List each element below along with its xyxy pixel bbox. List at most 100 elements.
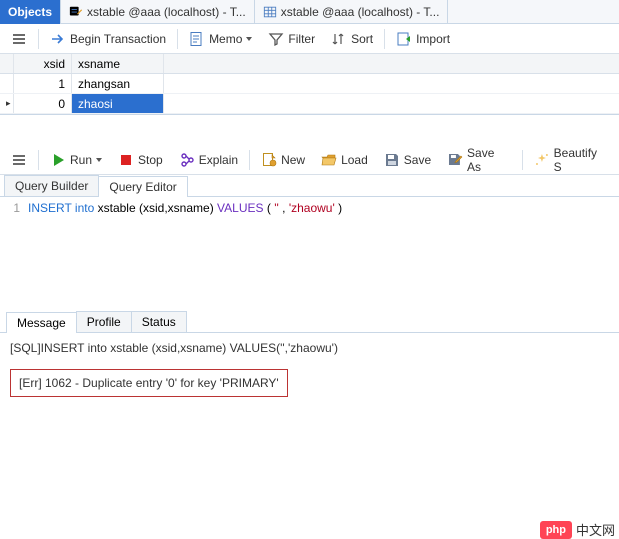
query-toolbar: Run Stop Explain New Load Save Save As B…: [0, 145, 619, 175]
separator: [522, 150, 523, 170]
message-panel: [SQL]INSERT into xstable (xsid,xsname) V…: [0, 333, 619, 405]
tab-query-builder[interactable]: Query Builder: [4, 175, 99, 196]
error-box: [Err] 1062 - Duplicate entry '0' for key…: [10, 369, 288, 397]
save-as-button[interactable]: Save As: [440, 147, 518, 173]
new-icon: [261, 152, 277, 168]
col-header-xsname[interactable]: xsname: [72, 54, 164, 73]
hamburger-button[interactable]: [4, 147, 34, 173]
load-label: Load: [341, 153, 368, 167]
row-marker-header: [0, 54, 14, 73]
data-grid[interactable]: xsid xsname 1 zhangsan 0 zhaosi: [0, 54, 619, 115]
sql-v1: '': [274, 201, 279, 215]
tab-query-editor[interactable]: Query Editor: [98, 176, 187, 197]
table-row[interactable]: 0 zhaosi: [0, 94, 619, 114]
sort-button[interactable]: Sort: [324, 26, 380, 52]
save-as-icon: [447, 152, 463, 168]
import-icon: [396, 31, 412, 47]
table-row[interactable]: 1 zhangsan: [0, 74, 619, 94]
beautify-label: Beautify S: [554, 146, 608, 174]
row-marker: [0, 74, 14, 93]
stop-icon: [118, 152, 134, 168]
table-toolbar: Begin Transaction Memo Filter Sort Impor…: [0, 24, 619, 54]
begin-transaction-button[interactable]: Begin Transaction: [43, 26, 173, 52]
table-icon: [263, 5, 277, 19]
filter-button[interactable]: Filter: [261, 26, 322, 52]
tab-table-2-label: xstable @aaa (localhost) - T...: [281, 5, 440, 19]
transaction-icon: [50, 31, 66, 47]
explain-icon: [179, 152, 195, 168]
save-as-label: Save As: [467, 146, 511, 174]
beautify-button[interactable]: Beautify S: [527, 147, 615, 173]
comma: ,: [282, 201, 285, 215]
sparkle-icon: [534, 152, 550, 168]
new-button[interactable]: New: [254, 147, 312, 173]
tab-profile[interactable]: Profile: [76, 311, 132, 332]
grid-header: xsid xsname: [0, 54, 619, 74]
cell-xsid[interactable]: 1: [14, 74, 72, 93]
sql-v2: 'zhaowu': [289, 201, 335, 215]
tab-table-1-label: xstable @aaa (localhost) - T...: [87, 5, 246, 19]
code-line: 1 INSERT into xstable (xsid,xsname) VALU…: [0, 201, 619, 215]
import-label: Import: [416, 32, 450, 46]
folder-open-icon: [321, 152, 337, 168]
save-button[interactable]: Save: [377, 147, 438, 173]
window-tab-bar: Objects xstable @aaa (localhost) - T... …: [0, 0, 619, 24]
kw-into: into: [75, 201, 94, 215]
line-number: 1: [0, 201, 28, 215]
hamburger-button[interactable]: [4, 26, 34, 52]
separator: [38, 150, 39, 170]
chevron-down-icon: [96, 158, 102, 162]
cell-xsname[interactable]: zhangsan: [72, 74, 164, 93]
import-button[interactable]: Import: [389, 26, 457, 52]
save-icon: [384, 152, 400, 168]
hamburger-icon: [11, 31, 27, 47]
run-label: Run: [70, 153, 92, 167]
cell-xsid[interactable]: 0: [14, 94, 72, 113]
col-header-xsid[interactable]: xsid: [14, 54, 72, 73]
code-text[interactable]: INSERT into xstable (xsid,xsname) VALUES…: [28, 201, 342, 215]
hamburger-icon: [11, 152, 27, 168]
separator: [384, 29, 385, 49]
sort-icon: [331, 31, 347, 47]
separator: [249, 150, 250, 170]
cell-xsname[interactable]: zhaosi: [72, 94, 164, 113]
memo-label: Memo: [209, 32, 242, 46]
table-edit-icon: [69, 5, 83, 19]
paren-close: ): [338, 201, 342, 215]
tab-message[interactable]: Message: [6, 312, 77, 333]
sql-editor[interactable]: 1 INSERT into xstable (xsid,xsname) VALU…: [0, 197, 619, 219]
separator: [177, 29, 178, 49]
filter-icon: [268, 31, 284, 47]
kw-insert: INSERT: [28, 201, 72, 215]
kw-values: VALUES: [217, 201, 263, 215]
paren-open: (: [267, 201, 271, 215]
save-label: Save: [404, 153, 431, 167]
sort-label: Sort: [351, 32, 373, 46]
tab-objects-label: Objects: [8, 5, 52, 19]
run-button[interactable]: Run: [43, 147, 109, 173]
memo-button[interactable]: Memo: [182, 26, 259, 52]
pane-gap: [0, 115, 619, 145]
chevron-down-icon: [246, 37, 252, 41]
tab-status[interactable]: Status: [131, 311, 187, 332]
stop-button[interactable]: Stop: [111, 147, 170, 173]
explain-button[interactable]: Explain: [172, 147, 245, 173]
editor-tab-bar: Query Builder Query Editor: [0, 175, 619, 197]
message-sql-echo: [SQL]INSERT into xstable (xsid,xsname) V…: [10, 341, 609, 355]
explain-label: Explain: [199, 153, 238, 167]
tab-table-1[interactable]: xstable @aaa (localhost) - T...: [61, 0, 255, 24]
watermark: php 中文网: [540, 520, 615, 539]
tab-table-2[interactable]: xstable @aaa (localhost) - T...: [255, 0, 449, 24]
load-button[interactable]: Load: [314, 147, 375, 173]
filter-label: Filter: [288, 32, 315, 46]
watermark-badge: php: [540, 521, 572, 539]
error-text: [Err] 1062 - Duplicate entry '0' for key…: [19, 376, 279, 390]
begin-transaction-label: Begin Transaction: [70, 32, 166, 46]
sql-cols: (xsid,xsname): [139, 201, 214, 215]
watermark-text: 中文网: [576, 520, 615, 539]
result-tab-bar: Message Profile Status: [0, 311, 619, 333]
sql-table: xstable: [98, 201, 136, 215]
row-marker: [0, 94, 14, 113]
play-icon: [50, 152, 66, 168]
tab-objects[interactable]: Objects: [0, 0, 61, 24]
